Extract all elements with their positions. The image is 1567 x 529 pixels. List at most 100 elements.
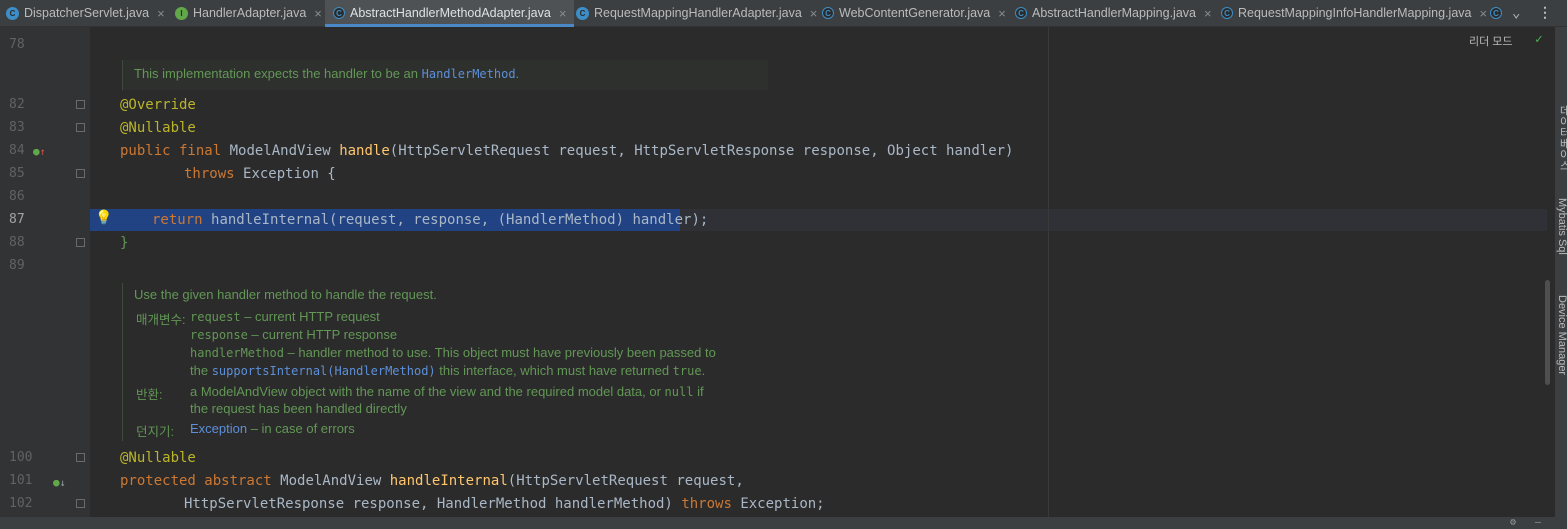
interface-icon: I <box>175 6 188 20</box>
line-number: 86 <box>9 189 25 204</box>
line-number: 82 <box>9 97 25 112</box>
parameters: (HttpServletRequest request, HttpServlet… <box>389 143 1014 159</box>
tab-handler-adapter[interactable]: I HandlerAdapter.java × <box>175 0 322 26</box>
doc-returns: a ModelAndView object with the name of t… <box>190 384 704 399</box>
abstract-class-icon: C <box>333 7 345 19</box>
code-line-83[interactable]: @Nullable <box>120 117 196 139</box>
doc-text: – in case of errors <box>247 421 355 436</box>
param-name: handlerMethod <box>190 346 284 360</box>
database-tool-window-tab[interactable]: 데이터베이스 <box>1556 105 1567 171</box>
type-name: ModelAndView <box>229 143 331 159</box>
tab-abstract-handler-method-adapter[interactable]: C AbstractHandlerMethodAdapter.java × <box>325 0 575 27</box>
param-name: request <box>190 310 241 324</box>
doc-link-handler-method[interactable]: HandlerMethod <box>422 67 516 81</box>
tab-label: WebContentGenerator.java <box>839 6 991 20</box>
code-text: Exception; <box>740 496 825 512</box>
doc-params-label: 매개변수: <box>136 313 186 327</box>
code-line-87[interactable]: return handleInternal(request, response,… <box>152 209 708 231</box>
close-icon[interactable]: × <box>157 6 165 21</box>
abstract-class-icon: C <box>1015 7 1027 19</box>
close-icon[interactable]: × <box>810 6 818 21</box>
tab-dispatcher-servlet[interactable]: C DispatcherServlet.java × <box>6 0 165 26</box>
implemented-method-down-icon[interactable]: ●↓ <box>53 476 66 489</box>
device-manager-tool-window-tab[interactable]: Device Manager <box>1556 295 1567 375</box>
class-icon: C <box>576 6 589 20</box>
line-number: 100 <box>9 450 33 465</box>
doc-text: if <box>693 384 704 399</box>
class-icon: C <box>6 6 19 20</box>
fold-marker-icon[interactable] <box>76 123 85 132</box>
vertical-scrollbar-thumb[interactable] <box>1545 280 1550 385</box>
tab-label: RequestMappingHandlerAdapter.java <box>594 6 802 20</box>
right-margin-guide <box>1048 27 1049 517</box>
line-number: 89 <box>9 258 25 273</box>
doc-param-handler-method-cont: the supportsInternal(HandlerMethod) this… <box>190 363 705 378</box>
code-line-88[interactable]: } <box>120 232 128 254</box>
keyword: throws <box>184 166 235 182</box>
method-name: handleInternal <box>389 473 508 489</box>
tab-label: RequestMappingInfoHandlerMapping.java <box>1238 6 1472 20</box>
tab-overflow-partial[interactable]: C <box>1490 0 1502 26</box>
code-line-100[interactable]: @Nullable <box>120 447 196 469</box>
param-desc: – current HTTP response <box>247 327 398 342</box>
close-icon[interactable]: × <box>314 6 322 21</box>
close-icon[interactable]: × <box>1479 6 1487 21</box>
doc-returns-label: 반환: <box>136 388 163 402</box>
line-number: 83 <box>9 120 25 135</box>
code-line-82[interactable]: @Override <box>120 94 196 116</box>
doc-code: null <box>664 385 694 399</box>
doc-link-supports-internal[interactable]: supportsInternal(HandlerMethod) <box>212 364 436 378</box>
settings-gear-icon[interactable]: ⚙ <box>1510 517 1516 528</box>
tab-request-mapping-info-handler-mapping[interactable]: C RequestMappingInfoHandlerMapping.java … <box>1221 0 1487 26</box>
mybatis-sql-tool-window-tab[interactable]: Mybatis Sql <box>1556 198 1567 255</box>
implements-method-up-icon[interactable]: ●↑ <box>33 145 46 158</box>
abstract-class-icon: C <box>1490 7 1502 19</box>
more-options-icon[interactable]: ⋮ <box>1538 0 1552 26</box>
tab-label: DispatcherServlet.java <box>24 6 150 20</box>
doc-link-exception[interactable]: Exception <box>190 421 247 436</box>
method-name: handle <box>339 143 390 159</box>
abstract-class-icon: C <box>1221 7 1233 19</box>
rendered-javadoc-handle: This implementation expects the handler … <box>134 66 519 81</box>
minimize-icon[interactable]: — <box>1535 517 1541 528</box>
code-text: handleInternal(request, response, (Handl… <box>211 212 709 228</box>
tab-abstract-handler-mapping[interactable]: C AbstractHandlerMapping.java × <box>1015 0 1212 26</box>
parameters: (HttpServletRequest request, <box>507 473 744 489</box>
param-desc: – handler method to use. This object mus… <box>283 345 716 360</box>
fold-marker-icon[interactable] <box>76 169 85 178</box>
code-line-84[interactable]: public final ModelAndView handle(HttpSer… <box>120 140 1014 162</box>
doc-border <box>122 283 123 441</box>
fold-marker-icon[interactable] <box>76 499 85 508</box>
doc-text: a ModelAndView object with the name of t… <box>190 384 665 399</box>
keyword: return <box>152 212 203 228</box>
doc-param-request: request – current HTTP request <box>190 309 380 324</box>
tab-web-content-generator[interactable]: C WebContentGenerator.java × <box>822 0 1006 26</box>
param-name: response <box>190 328 248 342</box>
code-line-102[interactable]: HttpServletResponse response, HandlerMet… <box>184 493 825 515</box>
inspection-ok-check-icon[interactable]: ✓ <box>1535 32 1543 47</box>
tab-list-chevron-icon[interactable]: ⌄ <box>1512 0 1520 26</box>
editor-tab-bar: C DispatcherServlet.java × I HandlerAdap… <box>0 0 1567 27</box>
line-number: 88 <box>9 235 25 250</box>
line-number: 102 <box>9 496 33 511</box>
code-line-101[interactable]: protected abstract ModelAndView handleIn… <box>120 470 744 492</box>
reader-mode-toggle[interactable]: 리더 모드 <box>1469 33 1513 49</box>
tab-request-mapping-handler-adapter[interactable]: C RequestMappingHandlerAdapter.java × <box>576 0 817 26</box>
doc-text: . <box>515 66 520 81</box>
type-name: ModelAndView <box>280 473 382 489</box>
keyword: throws <box>681 496 732 512</box>
line-number: 85 <box>9 166 25 181</box>
line-number: 87 <box>9 212 25 227</box>
fold-marker-icon[interactable] <box>76 238 85 247</box>
doc-returns-cont: the request has been handled directly <box>190 401 407 416</box>
doc-text: This implementation expects the handler … <box>134 66 422 81</box>
close-icon[interactable]: × <box>559 6 567 21</box>
keyword: protected abstract <box>120 473 272 489</box>
close-icon[interactable]: × <box>998 6 1006 21</box>
parameters: HttpServletResponse response, HandlerMet… <box>184 496 673 512</box>
lightbulb-icon[interactable]: 💡 <box>95 210 112 226</box>
fold-marker-icon[interactable] <box>76 453 85 462</box>
close-icon[interactable]: × <box>1204 6 1212 21</box>
fold-marker-icon[interactable] <box>76 100 85 109</box>
code-line-85[interactable]: throws Exception { <box>184 163 336 185</box>
